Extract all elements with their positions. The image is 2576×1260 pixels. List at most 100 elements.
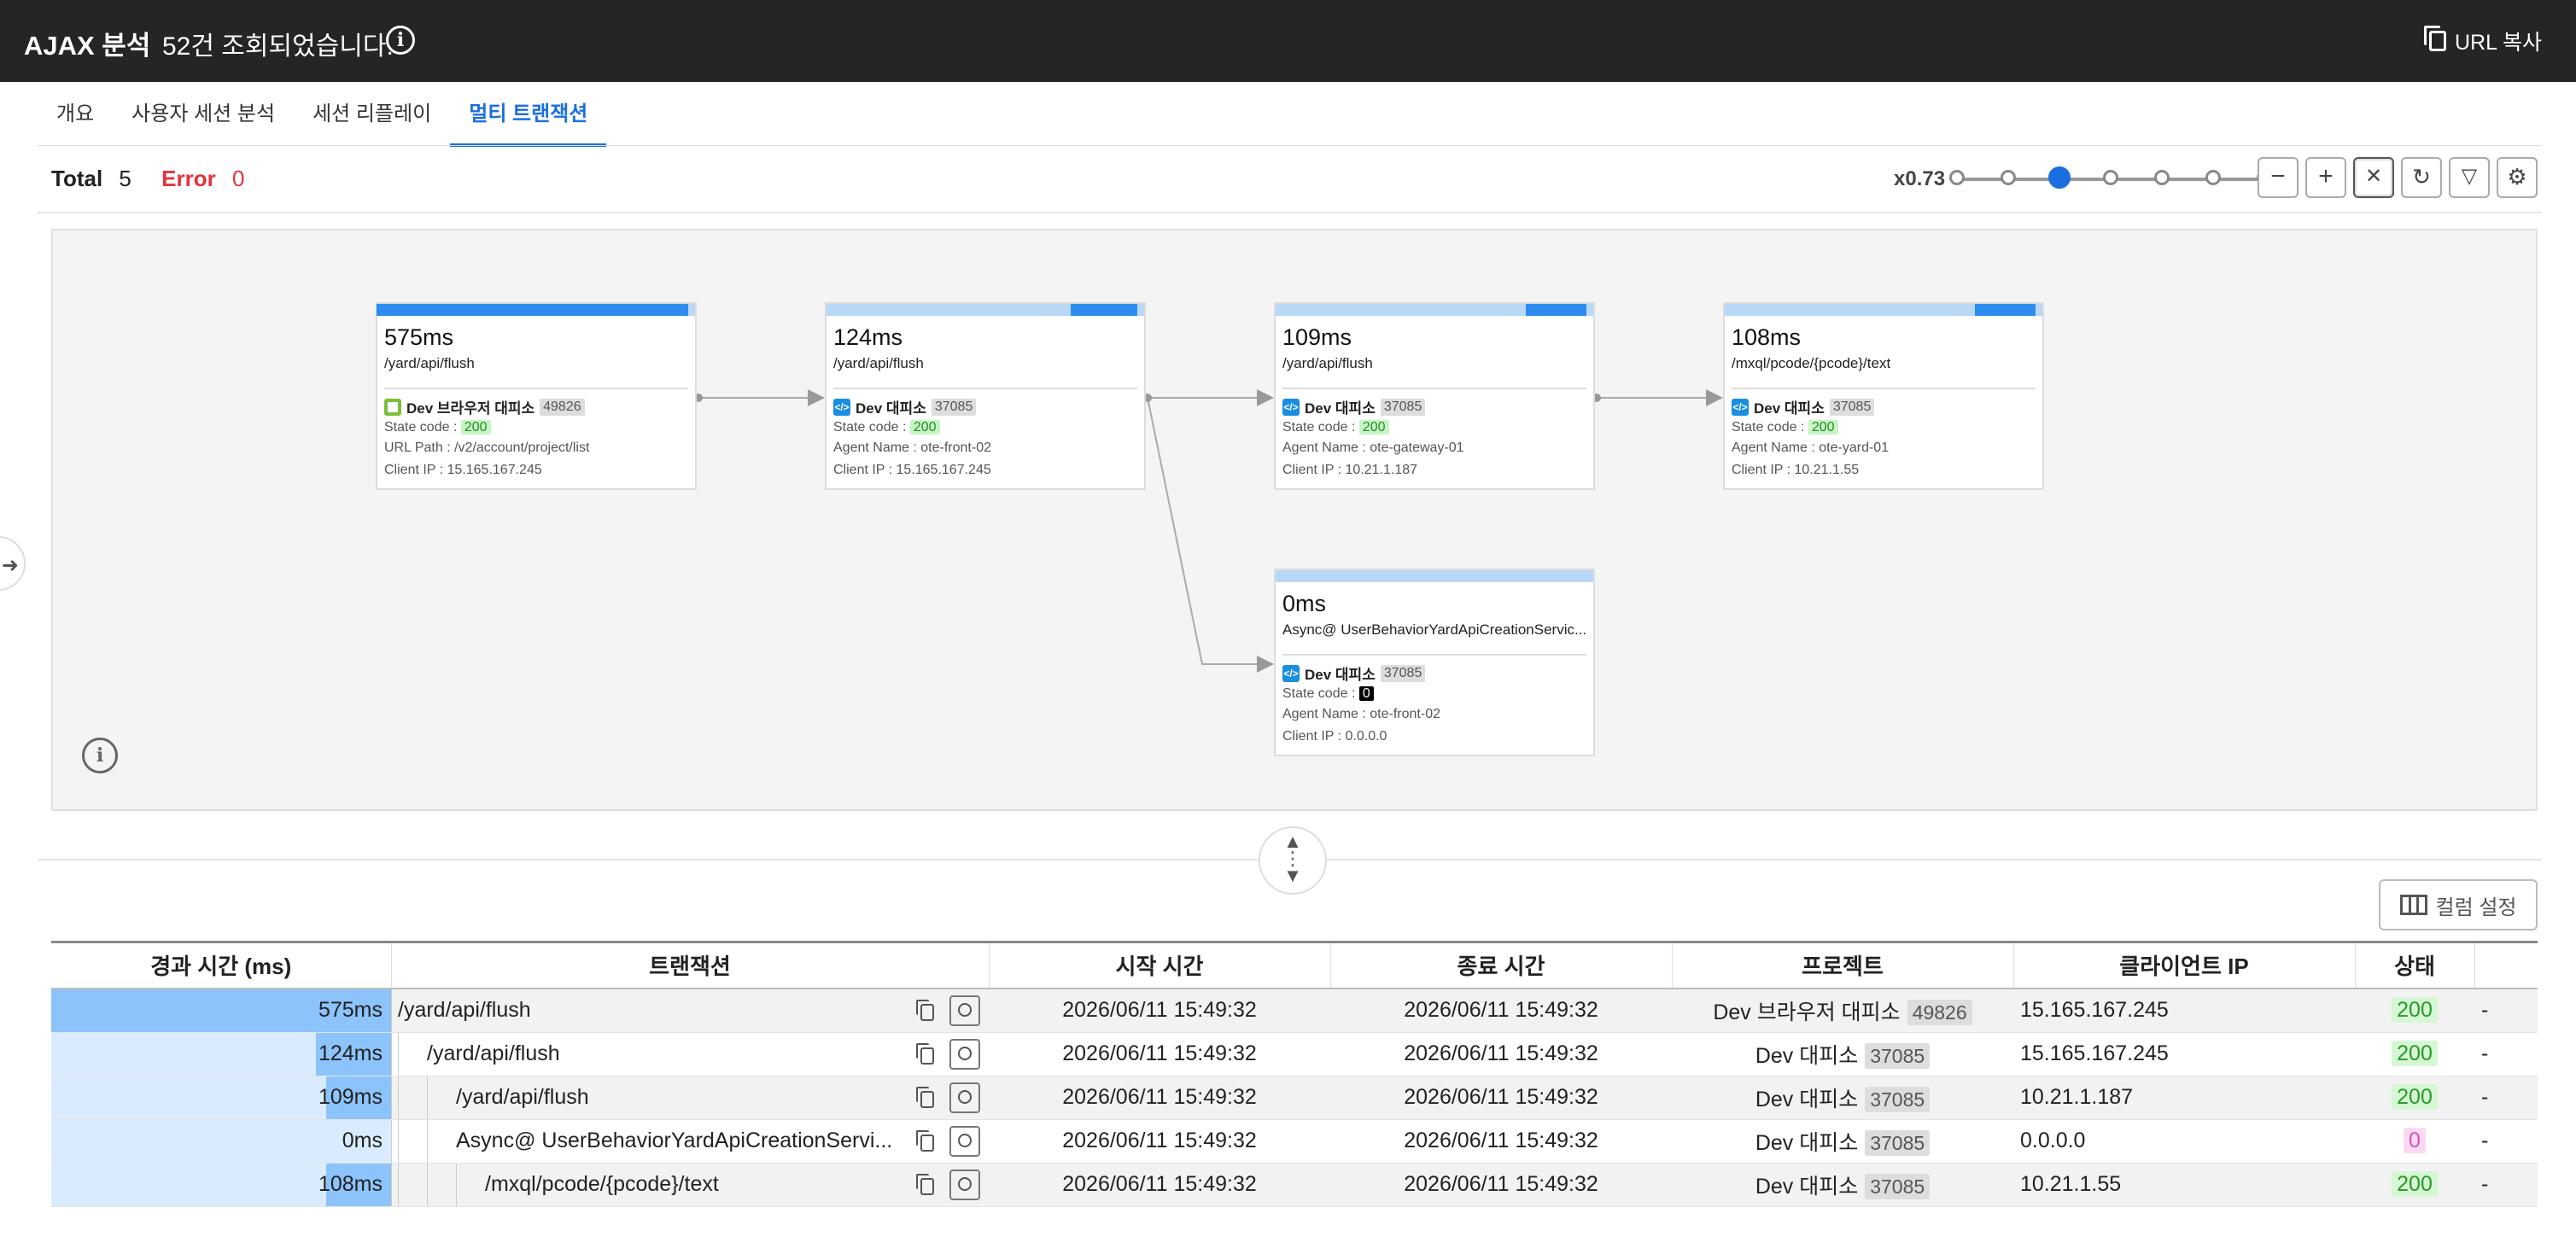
cell-elapsed: 0ms bbox=[51, 1119, 391, 1164]
settings-button[interactable]: ⚙ bbox=[2497, 157, 2538, 198]
node-state-label: State code : bbox=[1732, 420, 1808, 435]
canvas-info-icon[interactable]: i bbox=[82, 738, 118, 773]
tree-indent bbox=[398, 1076, 427, 1119]
zoom-slider-step[interactable] bbox=[2103, 170, 2118, 185]
transaction-name[interactable]: /yard/api/flush bbox=[427, 1041, 902, 1066]
tree-indent bbox=[391, 1163, 398, 1206]
node-agent-name: Agent Name : ote-yard-01 bbox=[1732, 440, 1890, 455]
col-start-time[interactable]: 시작 시간 bbox=[989, 941, 1331, 989]
tree-indent bbox=[391, 1032, 398, 1076]
node-divider bbox=[1282, 388, 1586, 389]
transaction-name[interactable]: /yard/api/flush bbox=[456, 1085, 902, 1110]
node-divider bbox=[384, 388, 688, 389]
topology-node[interactable]: 109ms /yard/api/flush </> Dev 대피소 37085 St… bbox=[1274, 302, 1595, 490]
elapsed-value: 124ms bbox=[318, 1041, 383, 1065]
node-divider bbox=[1732, 388, 2036, 389]
tree-indent bbox=[391, 1076, 398, 1119]
info-icon[interactable]: i bbox=[386, 26, 415, 55]
cell-start-time: 2026/06/11 15:49:32 bbox=[989, 1032, 1330, 1076]
zoom-in-button[interactable]: + bbox=[2305, 157, 2346, 198]
node-client-ip: Client IP : 15.165.167.245 bbox=[384, 463, 542, 477]
zoom-slider-step[interactable] bbox=[1949, 170, 1965, 185]
tab-overview[interactable]: 개요 bbox=[38, 82, 113, 147]
node-state-badge: 200 bbox=[909, 420, 940, 435]
column-settings-button[interactable]: 컬럼 설정 bbox=[2379, 879, 2538, 930]
node-elapsed: 109ms bbox=[1282, 324, 1352, 350]
topology-toolbar: Total 5 Error 0 x0.73 − + ✕ ↻ ▽ ⚙ bbox=[38, 147, 2542, 213]
col-elapsed[interactable]: 경과 시간 (ms) bbox=[51, 941, 392, 989]
col-client-ip[interactable]: 클라이언트 IP bbox=[2013, 941, 2356, 989]
cell-project: Dev 대피소 37085 bbox=[1672, 1163, 2013, 1207]
zoom-slider-step[interactable] bbox=[2154, 170, 2170, 185]
tab-user-session-analysis[interactable]: 사용자 세션 분석 bbox=[113, 82, 294, 147]
code-icon: </> bbox=[833, 398, 850, 416]
cell-client-ip: 10.21.1.187 bbox=[2013, 1076, 2355, 1120]
link-2-5 bbox=[1147, 397, 1274, 673]
table-header-row: 경과 시간 (ms) 트랜잭션 시작 시간 종료 시간 프로젝트 클라이언트 I… bbox=[51, 941, 2538, 989]
node-project-id: 49826 bbox=[540, 398, 585, 416]
transaction-name[interactable]: /mxql/pcode/{pcode}/text bbox=[485, 1172, 902, 1197]
copy-button[interactable] bbox=[910, 1039, 941, 1070]
table-row[interactable]: 124ms/yard/api/flush 2026/06/11 15:49:32 2… bbox=[51, 1032, 2538, 1076]
filter-button[interactable]: ▽ bbox=[2449, 157, 2490, 198]
zoom-slider-step[interactable] bbox=[2205, 170, 2221, 185]
cell-transaction: /yard/api/flush bbox=[391, 1032, 989, 1076]
resize-handle[interactable]: ▲ ⋮ ▼ bbox=[1259, 826, 1327, 895]
cell-end-time: 2026/06/11 15:49:32 bbox=[1330, 1032, 1672, 1076]
tree-indent bbox=[391, 989, 398, 1032]
transaction-name[interactable]: Async@ UserBehaviorYardApiCreationServi.… bbox=[456, 1129, 902, 1153]
topology-canvas[interactable]: 575ms /yard/api/flush Dev 브라우저 대피소 49826 … bbox=[51, 229, 2538, 811]
cell-client-ip: 0.0.0.0 bbox=[2013, 1119, 2355, 1164]
topology-node[interactable]: 108ms /mxql/pcode/{pcode}/text </> Dev 대피… bbox=[1723, 302, 2044, 490]
topology-node[interactable]: 575ms /yard/api/flush Dev 브라우저 대피소 49826 … bbox=[376, 302, 697, 490]
zoom-out-button[interactable]: − bbox=[2258, 157, 2299, 198]
col-transaction[interactable]: 트랜잭션 bbox=[391, 941, 990, 989]
col-status[interactable]: 상태 bbox=[2355, 941, 2475, 989]
node-project-name: Dev 브라우저 대피소 bbox=[406, 400, 535, 417]
view-detail-button[interactable] bbox=[949, 1082, 980, 1113]
zoom-slider[interactable] bbox=[1949, 166, 2272, 189]
reset-button[interactable]: ↻ bbox=[2401, 157, 2442, 198]
view-detail-button[interactable] bbox=[949, 1125, 980, 1157]
tabs-divider bbox=[38, 145, 2542, 146]
tab-session-replay[interactable]: 세션 리플레이 bbox=[294, 82, 450, 147]
node-elapsed: 0ms bbox=[1282, 591, 1327, 616]
tab-bar: 개요 사용자 세션 분석 세션 리플레이 멀티 트랜잭션 bbox=[38, 82, 607, 147]
url-copy-button[interactable]: URL 복사 bbox=[2423, 26, 2542, 56]
side-panel-toggle[interactable]: ➜ bbox=[0, 536, 26, 591]
table-row[interactable]: 0ms Async@ UserBehaviorYardApiCreationSer… bbox=[51, 1119, 2538, 1164]
fit-to-screen-button[interactable]: ✕ bbox=[2353, 157, 2394, 198]
copy-button[interactable] bbox=[910, 1126, 941, 1157]
table-row[interactable]: 108ms/mxql/pcode/{pcode}/text 2026/06/11 … bbox=[51, 1163, 2538, 1207]
project-id: 37085 bbox=[1865, 1042, 1931, 1069]
view-detail-button[interactable] bbox=[949, 1169, 980, 1200]
node-state: State code : 200 bbox=[1282, 420, 1389, 435]
copy-button[interactable] bbox=[910, 995, 941, 1026]
cell-extra: - bbox=[2474, 1119, 2538, 1164]
node-state-badge: 200 bbox=[460, 420, 491, 435]
col-project[interactable]: 프로젝트 bbox=[1672, 941, 2014, 989]
topology-node[interactable]: 124ms /yard/api/flush </> Dev 대피소 37085 St… bbox=[825, 302, 1146, 490]
tab-multi-transaction[interactable]: 멀티 트랜잭션 bbox=[450, 82, 607, 147]
transaction-name[interactable]: /yard/api/flush bbox=[398, 998, 902, 1023]
status-badge: 200 bbox=[2392, 1084, 2438, 1110]
node-project-name: Dev 대피소 bbox=[1305, 667, 1376, 683]
node-project-name: Dev 대피소 bbox=[1754, 400, 1825, 417]
zoom-slider-step[interactable] bbox=[2001, 170, 2016, 185]
elapsed-bar bbox=[827, 304, 1144, 316]
cell-extra: - bbox=[2474, 988, 2538, 1033]
table-row[interactable]: 575ms/yard/api/flush 2026/06/11 15:49:32 2… bbox=[51, 988, 2538, 1033]
code-icon: </> bbox=[1282, 664, 1300, 682]
col-end-time[interactable]: 종료 시간 bbox=[1330, 941, 1673, 989]
node-divider bbox=[833, 388, 1137, 389]
view-detail-button[interactable] bbox=[949, 995, 980, 1026]
copy-button[interactable] bbox=[910, 1170, 941, 1200]
topology-node[interactable]: 0ms Async@ UserBehaviorYardApiCreationSe… bbox=[1274, 569, 1595, 756]
node-state-badge: 0 bbox=[1358, 686, 1374, 701]
cell-transaction: /mxql/pcode/{pcode}/text bbox=[391, 1163, 989, 1207]
copy-button[interactable] bbox=[910, 1082, 941, 1113]
table-row[interactable]: 109ms/yard/api/flush 2026/06/11 15:49:32 2… bbox=[51, 1076, 2538, 1120]
zoom-slider-thumb[interactable] bbox=[2048, 166, 2071, 189]
view-detail-button[interactable] bbox=[949, 1038, 980, 1070]
cell-transaction: /yard/api/flush bbox=[391, 1076, 989, 1120]
